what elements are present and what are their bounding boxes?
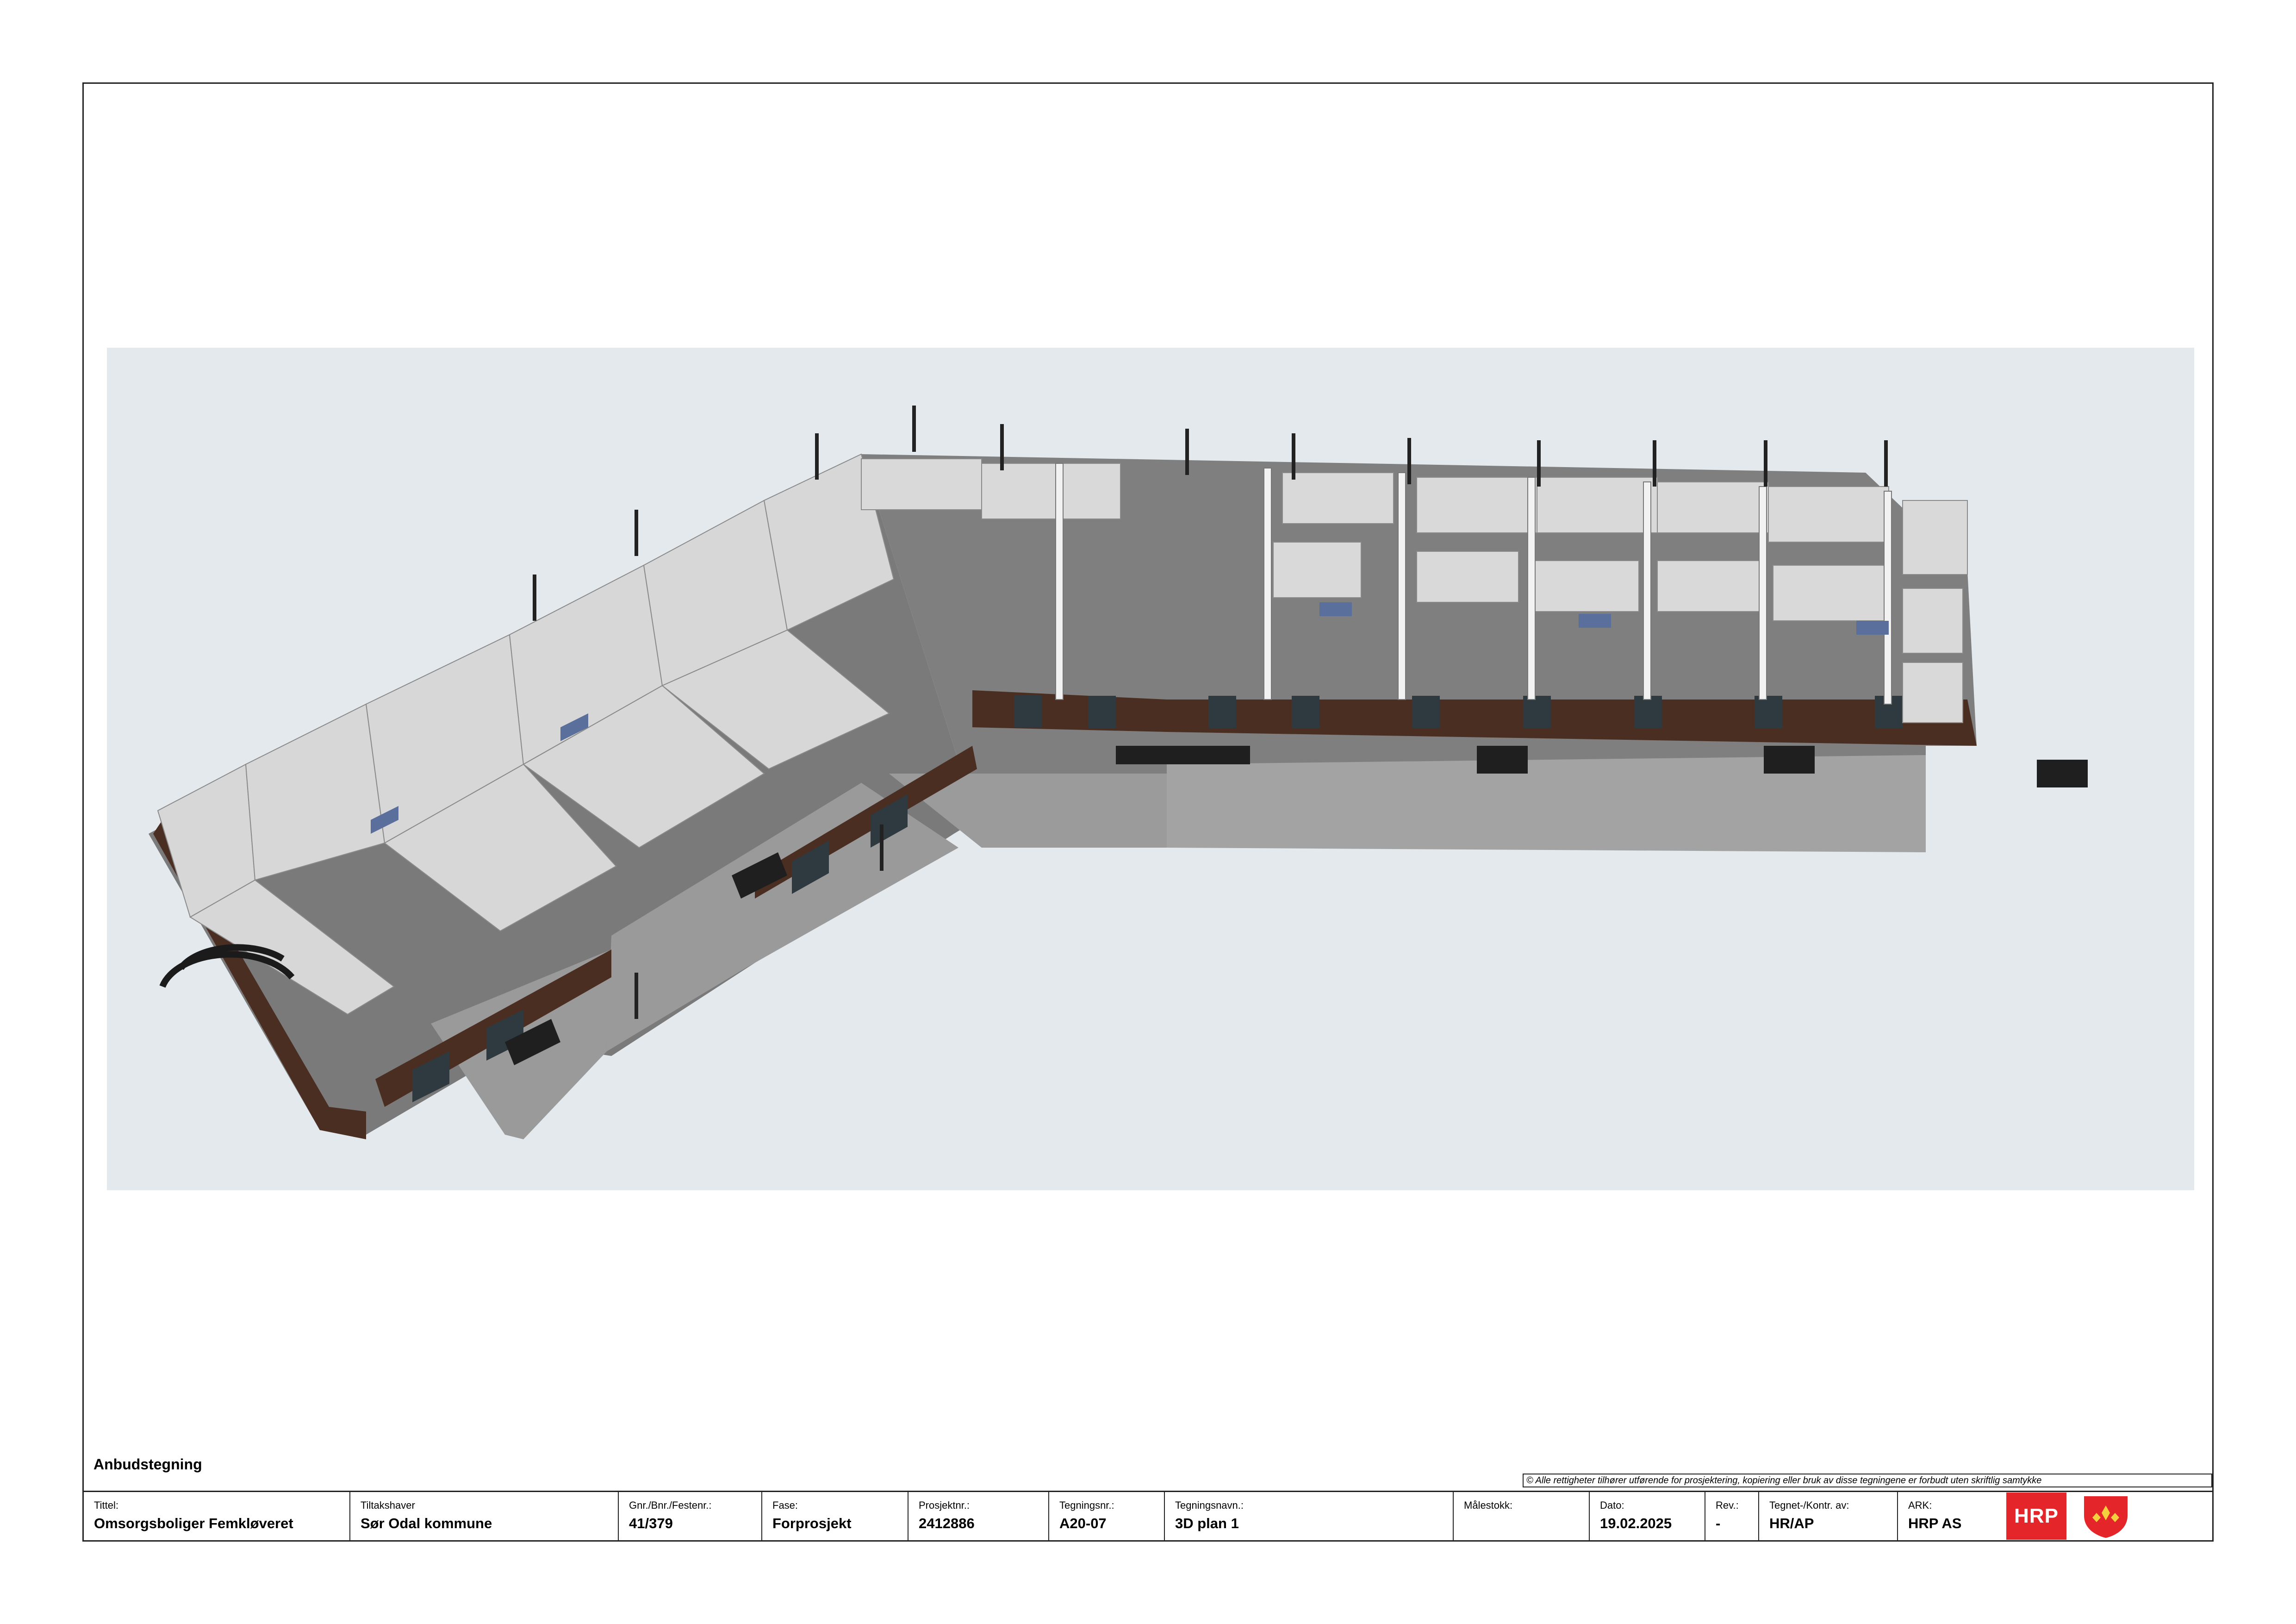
property-id-value: 41/379 [629,1515,673,1531]
property-id-cell: Gnr./Bnr./Festenr.: 41/379 [619,1492,762,1540]
architect-value: HRP AS [1908,1515,1962,1531]
drawing-number-label: Tegningsnr.: [1059,1499,1114,1511]
date-value: 19.02.2025 [1600,1515,1672,1531]
phase-value: Forprosjekt [772,1515,852,1531]
project-number-cell: Prosjektnr.: 2412886 [908,1492,1049,1540]
revision-cell: Rev.: - [1705,1492,1759,1540]
drawn-by-cell: Tegnet-/Kontr. av: HR/AP [1759,1492,1898,1540]
date-cell: Dato: 19.02.2025 [1590,1492,1705,1540]
property-id-label: Gnr./Bnr./Festenr.: [629,1499,712,1511]
date-label: Dato: [1600,1499,1624,1511]
revision-value: - [1716,1515,1721,1531]
architect-label: ARK: [1908,1499,1932,1511]
drawing-name-value: 3D plan 1 [1175,1515,1239,1531]
3d-floor-plan-render [107,348,2194,1190]
scale-label: Målestokk: [1464,1499,1513,1511]
floor-plan-illustration [149,406,2088,1139]
drawn-by-label: Tegnet-/Kontr. av: [1769,1499,1849,1511]
title-value: Omsorgsboliger Femkløveret [94,1515,293,1531]
phase-label: Fase: [772,1499,798,1511]
scale-cell: Målestokk: [1454,1492,1590,1540]
phase-cell: Fase: Forprosjekt [762,1492,908,1540]
drawing-name-label: Tegningsnavn.: [1175,1499,1244,1511]
drawing-status-label: Anbudstegning [93,1456,202,1473]
drawn-by-value: HR/AP [1769,1515,1814,1531]
title-label: Tittel: [94,1499,118,1511]
client-value: Sør Odal kommune [361,1515,492,1531]
hrp-logo: HRP [2006,1493,2066,1540]
drawing-number-value: A20-07 [1059,1515,1107,1531]
title-cell: Tittel: Omsorgsboliger Femkløveret [84,1492,350,1540]
revision-label: Rev.: [1716,1499,1739,1511]
project-number-value: 2412886 [919,1515,975,1531]
client-cell: Tiltakshaver Sør Odal kommune [350,1492,619,1540]
title-block: Tittel: Omsorgsboliger Femkløveret Tilta… [82,1491,2214,1542]
drawing-name-cell: Tegningsnavn.: 3D plan 1 [1165,1492,1454,1540]
municipal-coat-of-arms-icon [2084,1496,2128,1538]
copyright-notice: © Alle rettigheter tilhører utførende fo… [1523,1474,2212,1487]
drawing-number-cell: Tegningsnr.: A20-07 [1049,1492,1165,1540]
client-label: Tiltakshaver [361,1499,415,1511]
project-number-label: Prosjektnr.: [919,1499,970,1511]
